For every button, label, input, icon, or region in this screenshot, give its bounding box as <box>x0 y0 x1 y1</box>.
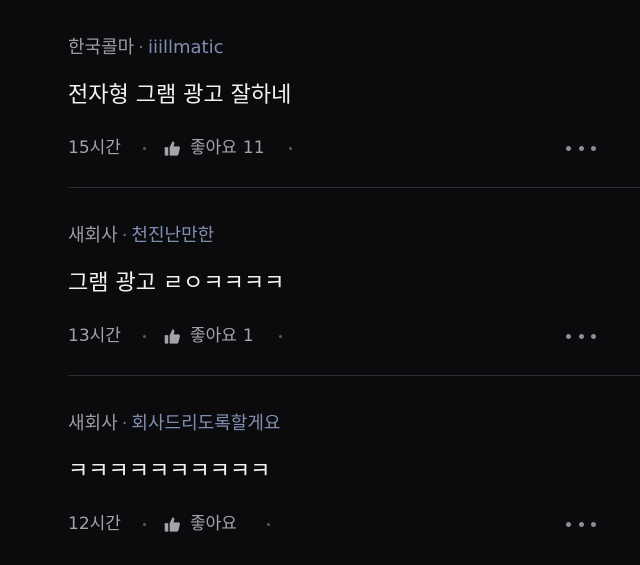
author-separator: · <box>121 413 128 434</box>
more-horizontal-icon <box>591 145 596 151</box>
author-company: 한국콜마 <box>68 37 135 58</box>
author-nickname[interactable]: 회사드리도록할게요 <box>131 413 280 434</box>
author-company: 새회사 <box>68 413 118 434</box>
more-horizontal-icon <box>578 521 584 527</box>
more-horizontal-icon <box>566 145 571 151</box>
like-label: 좋아요 <box>190 326 237 346</box>
footer-separator-dot <box>279 335 282 338</box>
more-horizontal-icon <box>578 145 584 151</box>
comment-item: 한국콜마 · iiillmatic 전자형 그램 광고 잘하네 15시간 좋아요 1… <box>68 0 640 187</box>
more-horizontal-icon <box>566 521 571 527</box>
footer-separator-dot <box>289 147 292 150</box>
comment-time: 12시간 <box>68 514 121 534</box>
footer-separator-dot <box>143 523 146 526</box>
like-count: 1 <box>242 326 254 346</box>
footer-separator-dot <box>143 335 146 338</box>
comment-author: 새회사 · 천진난만한 <box>68 224 214 248</box>
like-count: 11 <box>242 138 265 158</box>
more-horizontal-icon <box>591 521 596 527</box>
more-options-button[interactable] <box>566 143 596 153</box>
thumbs-up-icon <box>164 328 180 344</box>
comment-author: 한국콜마 · iiillmatic <box>68 36 224 60</box>
more-options-button[interactable] <box>566 519 596 529</box>
comment-footer: 15시간 좋아요 11 <box>68 136 640 160</box>
comment-text: 그램 광고 ㄹㅇㅋㅋㅋㅋ <box>68 271 285 296</box>
thumbs-up-icon <box>164 516 180 532</box>
thumbs-up-icon <box>164 140 180 156</box>
comment-author: 새회사 · 회사드리도록할게요 <box>68 412 280 436</box>
like-button[interactable]: 좋아요 1 <box>164 324 254 348</box>
footer-separator-dot <box>267 523 270 526</box>
author-company: 새회사 <box>68 225 118 246</box>
comment-text: 전자형 그램 광고 잘하네 <box>68 83 292 108</box>
comment-item: 새회사 · 천진난만한 그램 광고 ㄹㅇㅋㅋㅋㅋ 13시간 좋아요 1 <box>68 188 640 375</box>
footer-separator-dot <box>143 147 146 150</box>
comment-time: 13시간 <box>68 326 121 346</box>
comment-item: 새회사 · 회사드리도록할게요 ㅋㅋㅋㅋㅋㅋㅋㅋㅋㅋ 12시간 좋아요 <box>68 376 640 565</box>
more-horizontal-icon <box>578 333 584 339</box>
more-horizontal-icon <box>591 333 596 339</box>
comment-footer: 12시간 좋아요 <box>68 512 640 536</box>
more-horizontal-icon <box>566 333 571 339</box>
author-nickname[interactable]: 천진난만한 <box>131 225 214 246</box>
more-options-button[interactable] <box>566 331 596 341</box>
comment-time: 15시간 <box>68 138 121 158</box>
like-button[interactable]: 좋아요 <box>164 512 243 536</box>
author-separator: · <box>138 37 144 58</box>
like-label: 좋아요 <box>190 514 237 534</box>
comment-text: ㅋㅋㅋㅋㅋㅋㅋㅋㅋㅋ <box>68 459 271 484</box>
author-separator: · <box>121 225 128 246</box>
author-nickname[interactable]: iiillmatic <box>148 37 224 58</box>
like-label: 좋아요 <box>190 138 237 158</box>
like-button[interactable]: 좋아요 11 <box>164 136 265 160</box>
comment-footer: 13시간 좋아요 1 <box>68 324 640 348</box>
